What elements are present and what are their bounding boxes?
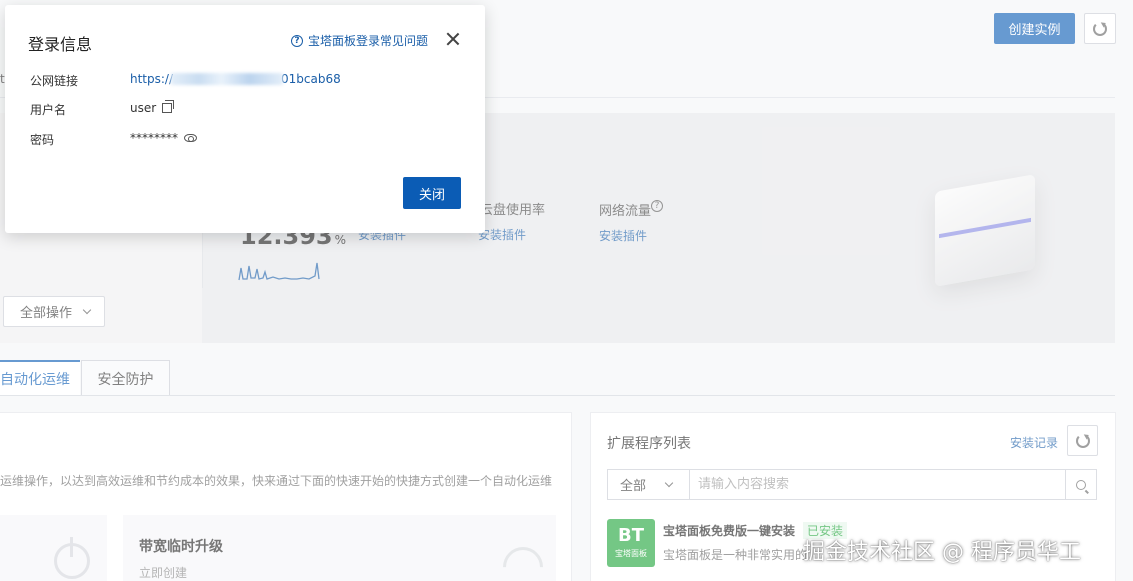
watermark: 掘金技术社区 @ 程序员华工 (803, 540, 1081, 565)
dialog-title: 登录信息 (28, 35, 93, 54)
public-url-suffix: 01bcab68 (281, 72, 341, 86)
row-label-url: 公网链接 (30, 74, 79, 88)
public-url-prefix: https:// (130, 72, 174, 86)
public-url-link[interactable]: https:// 01bcab68 (130, 72, 341, 86)
password-value: ******** (130, 131, 197, 145)
help-link[interactable]: ? 宝塔面板登录常见问题 (291, 32, 428, 49)
redacted-url-segment (171, 73, 284, 85)
help-icon: ? (291, 34, 303, 47)
password-text: ******** (130, 131, 178, 145)
close-icon[interactable] (445, 31, 461, 47)
eye-icon[interactable] (184, 134, 197, 142)
help-link-label: 宝塔面板登录常见问题 (308, 34, 429, 48)
username-value: user (130, 100, 175, 115)
close-button[interactable]: 关闭 (403, 177, 461, 209)
username-text: user (130, 101, 157, 115)
copy-icon[interactable] (162, 100, 175, 113)
row-label-password: 密码 (30, 133, 55, 147)
row-label-username: 用户名 (30, 103, 67, 117)
login-info-dialog: 登录信息 ? 宝塔面板登录常见问题 公网链接 https:// 01bcab68… (5, 5, 485, 233)
